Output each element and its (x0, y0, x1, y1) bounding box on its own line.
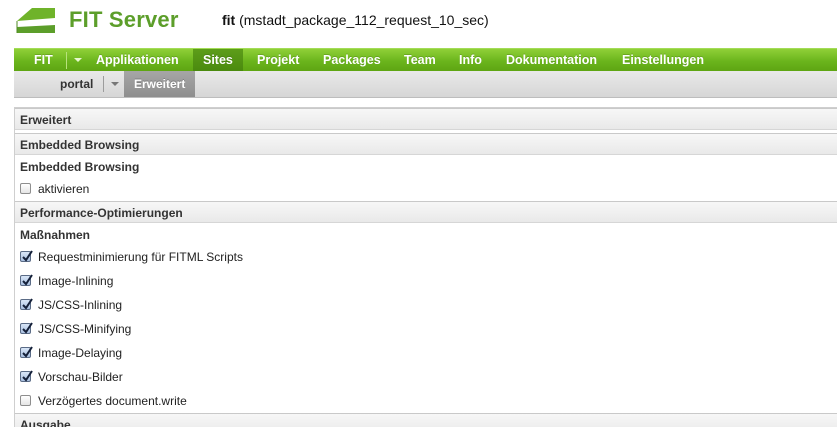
sub-navigation: portal Erweitert (14, 71, 837, 98)
nav-projekt[interactable]: Projekt (247, 49, 309, 71)
section-header-embedded-browsing: Embedded Browsing (15, 133, 837, 155)
nav-separator (66, 52, 67, 69)
option-label: Requestminimierung für FITML Scripts (38, 250, 243, 264)
checkbox-image-delaying[interactable] (20, 346, 33, 358)
nav-fit[interactable]: FIT (24, 49, 63, 71)
section-header-performance: Performance-Optimierungen (15, 201, 837, 223)
embedded-browsing-heading: Embedded Browsing (20, 160, 140, 174)
checkbox-vorschau-bilder[interactable] (20, 370, 33, 382)
settings-panel: Erweitert Embedded Browsing Embedded Bro… (14, 107, 837, 427)
nav-sites[interactable]: Sites (193, 49, 243, 71)
option-label: Image-Inlining (38, 274, 114, 288)
nav-info[interactable]: Info (449, 49, 492, 71)
option-label: aktivieren (38, 182, 90, 196)
app-header: FIT Server fit (mstadt_package_112_reque… (0, 0, 837, 44)
checkmark-icon (22, 298, 33, 310)
checkbox-jscss-inlining[interactable] (20, 298, 33, 310)
checkmark-icon (22, 370, 33, 382)
option-label: JS/CSS-Minifying (38, 322, 132, 336)
nav-fit-dropdown[interactable] (69, 49, 87, 71)
subnav-portal-dropdown[interactable] (106, 71, 124, 97)
context-detail: (mstadt_package_112_request_10_sec) (235, 12, 489, 28)
option-label: Verzögertes document.write (38, 394, 187, 408)
current-context: fit (mstadt_package_112_request_10_sec) (222, 12, 489, 28)
subnav-separator (103, 76, 104, 92)
checkbox-verzoegertes-document-write[interactable] (20, 395, 31, 406)
checkbox-requestminimierung[interactable] (20, 250, 33, 262)
section-header-erweitert: Erweitert (15, 108, 837, 130)
checkmark-icon (22, 322, 33, 334)
checkmark-icon (22, 346, 33, 358)
nav-dokumentation[interactable]: Dokumentation (496, 49, 607, 71)
checkbox-jscss-minifying[interactable] (20, 322, 33, 334)
main-navigation: FIT Applikationen Sites Projekt Packages… (14, 48, 837, 71)
nav-applikationen[interactable]: Applikationen (86, 49, 189, 71)
subnav-erweitert[interactable]: Erweitert (124, 71, 196, 97)
option-label: Image-Delaying (38, 346, 123, 360)
checkmark-icon (22, 274, 33, 286)
checkbox-image-inlining[interactable] (20, 274, 33, 286)
option-label: Vorschau-Bilder (38, 370, 123, 384)
subnav-portal[interactable]: portal (50, 71, 103, 97)
massnahmen-heading: Maßnahmen (20, 228, 91, 242)
checkbox-aktivieren[interactable] (20, 183, 31, 194)
checkmark-icon (22, 250, 33, 262)
chevron-down-icon (111, 82, 119, 86)
brand-title: FIT Server (69, 7, 179, 32)
fit-logo-icon (16, 8, 55, 33)
nav-team[interactable]: Team (394, 49, 446, 71)
option-label: JS/CSS-Inlining (38, 298, 123, 312)
section-header-ausgabe: Ausgabe (15, 413, 837, 427)
nav-einstellungen[interactable]: Einstellungen (612, 49, 714, 71)
chevron-down-icon (74, 58, 82, 62)
nav-packages[interactable]: Packages (313, 49, 391, 71)
context-name: fit (222, 12, 236, 28)
